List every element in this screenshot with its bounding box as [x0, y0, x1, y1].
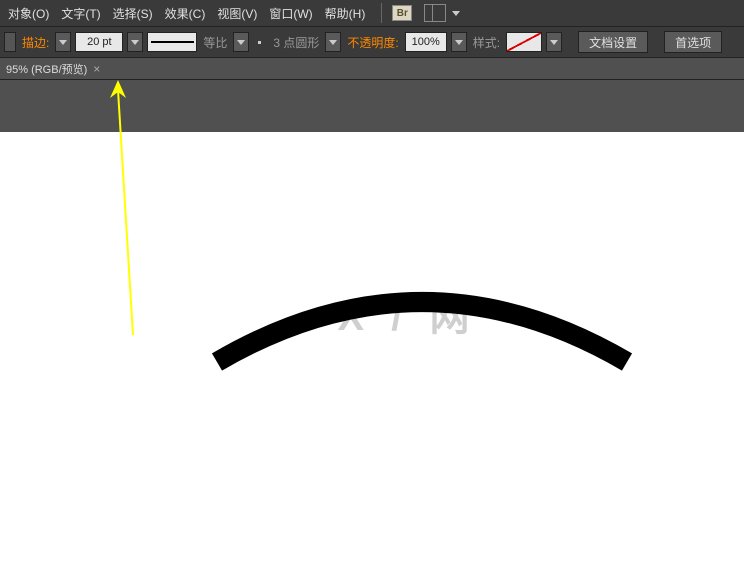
- document-tab[interactable]: 95% (RGB/预览) ×: [0, 58, 106, 79]
- brush-dot-icon: [253, 36, 265, 48]
- menu-type[interactable]: 文字(T): [55, 2, 106, 25]
- menu-object[interactable]: 对象(O): [2, 2, 55, 25]
- profile-label: 等比: [203, 34, 227, 51]
- menu-help[interactable]: 帮助(H): [319, 2, 372, 25]
- stroke-label: 描边:: [22, 34, 49, 51]
- workspace: - X / 网: [0, 80, 744, 575]
- menu-window[interactable]: 窗口(W): [263, 2, 318, 25]
- menu-view[interactable]: 视图(V): [211, 2, 263, 25]
- brush-dropdown[interactable]: [325, 32, 341, 52]
- path-arc-stroke[interactable]: [207, 282, 637, 372]
- document-setup-button[interactable]: 文档设置: [578, 31, 648, 53]
- opacity-dropdown[interactable]: [451, 32, 467, 52]
- control-toolbar: 描边: 20 pt 等比 3 点圆形 不透明度: 100% 样式: 文档设置 首…: [0, 26, 744, 58]
- menu-effect[interactable]: 效果(C): [159, 2, 212, 25]
- menubar-divider: [381, 3, 382, 23]
- style-thumb-none[interactable]: [506, 32, 542, 52]
- menu-select[interactable]: 选择(S): [107, 2, 159, 25]
- brush-label: 3 点圆形: [273, 34, 319, 51]
- artboard[interactable]: - X / 网: [0, 132, 744, 575]
- style-label: 样式:: [473, 34, 500, 51]
- style-dropdown[interactable]: [546, 32, 562, 52]
- profile-dropdown[interactable]: [233, 32, 249, 52]
- workspace-layout-icon[interactable]: [424, 4, 446, 22]
- preferences-button[interactable]: 首选项: [664, 31, 722, 53]
- close-icon[interactable]: ×: [93, 62, 100, 76]
- fill-stroke-icon[interactable]: [4, 32, 16, 52]
- stroke-weight-dropdown[interactable]: [55, 32, 71, 52]
- menubar: 对象(O) 文字(T) 选择(S) 效果(C) 视图(V) 窗口(W) 帮助(H…: [0, 0, 744, 26]
- opacity-label: 不透明度:: [347, 34, 398, 51]
- opacity-input[interactable]: 100%: [405, 32, 447, 52]
- bridge-icon[interactable]: Br: [392, 5, 412, 21]
- stroke-weight-stepper[interactable]: [127, 32, 143, 52]
- stroke-profile-thumb[interactable]: [147, 32, 197, 52]
- workspace-dropdown-icon[interactable]: [452, 11, 460, 16]
- document-tab-bar: 95% (RGB/预览) ×: [0, 58, 744, 80]
- stroke-weight-input[interactable]: 20 pt: [75, 32, 123, 52]
- document-tab-label: 95% (RGB/预览): [6, 61, 87, 77]
